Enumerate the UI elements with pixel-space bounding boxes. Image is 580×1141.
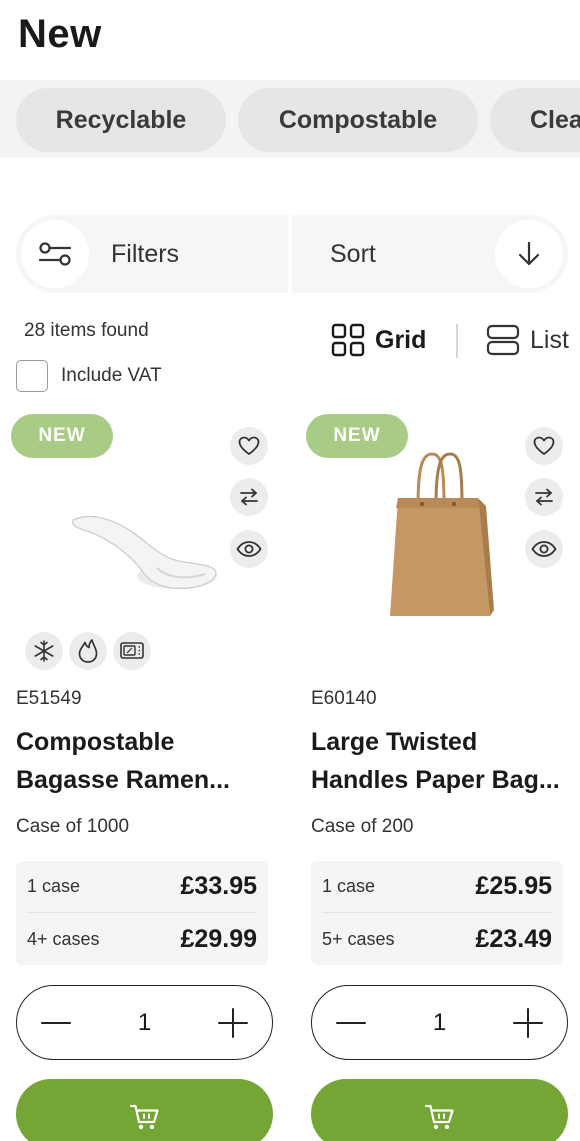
- paper-bag-image: [390, 452, 494, 616]
- cart-icon: [424, 1104, 454, 1130]
- vat-checkbox[interactable]: [16, 360, 48, 392]
- price-tiers: 1 case £33.95 4+ cases £29.99: [16, 861, 268, 965]
- chip-compostable[interactable]: Compostable: [238, 88, 478, 152]
- price-tier-row: 1 case £33.95: [27, 861, 257, 913]
- product-sku: E51549: [16, 688, 82, 709]
- filters-button[interactable]: Filters: [16, 215, 288, 293]
- wishlist-heart-icon[interactable]: [525, 427, 563, 465]
- price-tier-row: 5+ cases £23.49: [322, 913, 552, 965]
- category-chips: Recyclable Compostable Clea: [0, 80, 580, 158]
- list-icon: [486, 324, 520, 356]
- product-features: [25, 632, 151, 670]
- tier-quantity: 5+ cases: [322, 928, 395, 949]
- minus-icon[interactable]: [39, 1006, 73, 1040]
- include-vat-toggle[interactable]: Include VAT: [16, 360, 162, 392]
- product-card[interactable]: NEW E60140 Large Twisted Handles Paper B…: [306, 410, 568, 1141]
- price-tier-row: 1 case £25.95: [322, 861, 552, 913]
- view-divider: [456, 324, 458, 358]
- minus-icon[interactable]: [334, 1006, 368, 1040]
- price-tier-row: 4+ cases £29.99: [27, 913, 257, 965]
- tier-price: £23.49: [475, 924, 552, 953]
- tier-price: £33.95: [180, 872, 257, 900]
- sort-button[interactable]: Sort: [292, 215, 568, 293]
- spoon-image: [72, 515, 217, 590]
- filter-sliders-icon: [21, 220, 89, 288]
- list-view-button[interactable]: List: [486, 323, 569, 357]
- quantity-stepper: 1: [16, 985, 273, 1060]
- flame-icon: [69, 632, 107, 670]
- arrow-down-icon: [495, 220, 563, 288]
- quantity-value[interactable]: 1: [433, 1009, 446, 1037]
- quick-view-eye-icon[interactable]: [525, 530, 563, 568]
- add-to-cart-button[interactable]: [311, 1079, 568, 1141]
- chip-clear[interactable]: Clea: [490, 88, 580, 152]
- results-count: 28 items found: [24, 320, 149, 341]
- tier-quantity: 1 case: [27, 876, 81, 896]
- sort-label: Sort: [330, 239, 376, 268]
- page-title: New: [18, 12, 102, 56]
- pack-size: Case of 1000: [16, 816, 130, 837]
- plus-icon[interactable]: [511, 1006, 545, 1040]
- vat-label: Include VAT: [61, 365, 162, 386]
- filter-sort-bar: Filters Sort: [16, 215, 568, 293]
- tier-price: £29.99: [180, 924, 257, 953]
- tier-price: £25.95: [475, 872, 552, 900]
- grid-view-button[interactable]: Grid: [331, 323, 426, 357]
- quantity-value[interactable]: 1: [138, 1009, 151, 1037]
- add-to-cart-button[interactable]: [16, 1079, 273, 1141]
- quick-view-eye-icon[interactable]: [230, 530, 268, 568]
- filters-label: Filters: [111, 239, 180, 268]
- tier-quantity: 4+ cases: [27, 928, 100, 949]
- grid-icon: [331, 323, 365, 357]
- price-tiers: 1 case £25.95 5+ cases £23.49: [311, 861, 563, 965]
- chip-recyclable[interactable]: Recyclable: [16, 88, 226, 152]
- product-card[interactable]: NEW E51549 Compostable Bagasse Ramen... …: [11, 410, 273, 1141]
- product-name[interactable]: Compostable Bagasse Ramen...: [16, 723, 271, 799]
- compare-arrows-icon[interactable]: [230, 478, 268, 516]
- grid-label: Grid: [375, 325, 427, 354]
- product-name[interactable]: Large Twisted Handles Paper Bag...: [311, 723, 566, 799]
- snowflake-icon: [25, 632, 63, 670]
- list-label: List: [530, 325, 569, 354]
- cart-icon: [129, 1104, 159, 1130]
- wishlist-heart-icon[interactable]: [230, 427, 268, 465]
- compare-arrows-icon[interactable]: [525, 478, 563, 516]
- new-badge: NEW: [11, 414, 113, 458]
- pack-size: Case of 200: [311, 816, 414, 837]
- product-sku: E60140: [311, 688, 377, 709]
- microwave-icon: [113, 632, 151, 670]
- plus-icon[interactable]: [216, 1006, 250, 1040]
- quantity-stepper: 1: [311, 985, 568, 1060]
- tier-quantity: 1 case: [322, 876, 376, 896]
